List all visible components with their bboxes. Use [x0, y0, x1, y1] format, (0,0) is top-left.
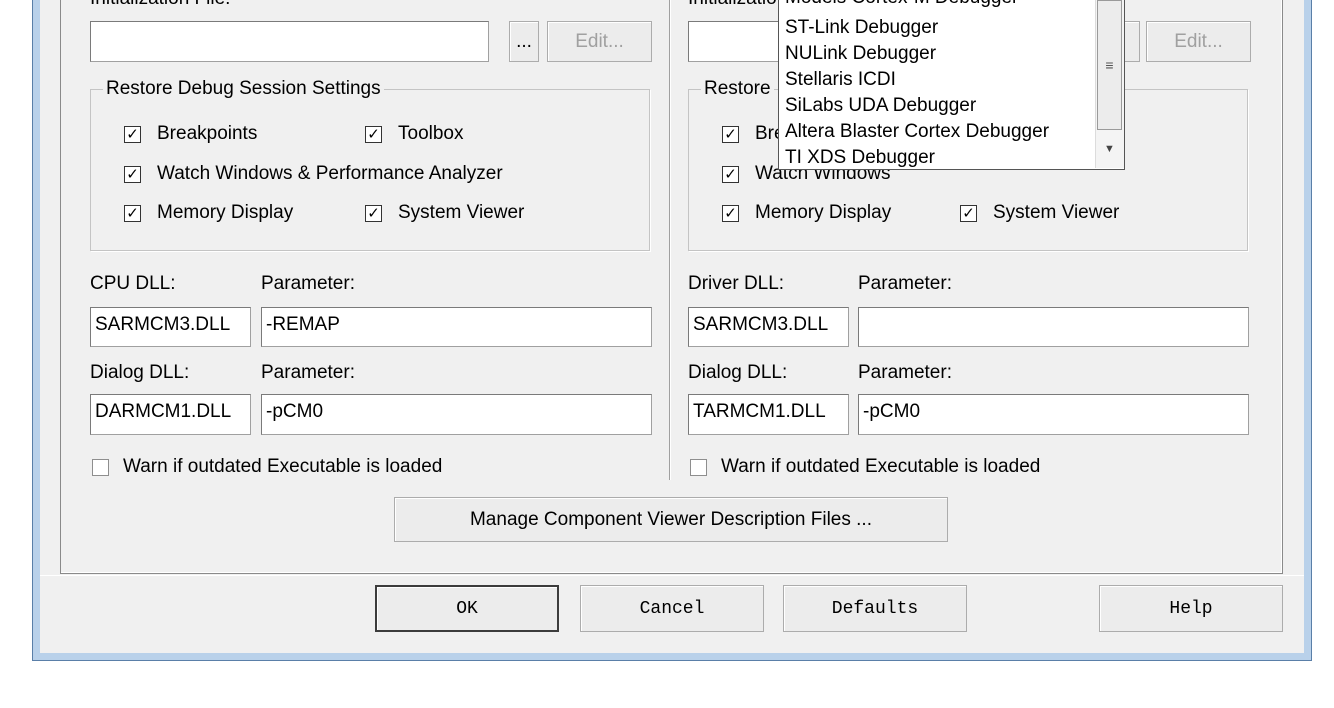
left-breakpoints-checkbox[interactable]: ✓ Breakpoints [124, 123, 257, 145]
left-cpu-dll-input[interactable]: SARMCM3.DLL [90, 307, 251, 347]
right-memory-display-checkbox[interactable]: ✓ Memory Display [722, 202, 891, 224]
dropdown-item[interactable]: Altera Blaster Cortex Debugger [785, 119, 1049, 145]
left-init-file-label: Initialization File: [90, 0, 230, 10]
dropdown-item[interactable]: ST-Link Debugger [785, 15, 938, 41]
checkbox-empty-icon [690, 458, 707, 476]
scroll-down-arrow-icon[interactable]: ▼ [1097, 138, 1122, 160]
manage-component-viewer-button[interactable]: Manage Component Viewer Description File… [394, 497, 948, 542]
left-memory-display-label: Memory Display [157, 202, 294, 223]
left-watch-windows-checkbox[interactable]: ✓ Watch Windows & Performance Analyzer [124, 163, 503, 185]
left-restore-settings-title: Restore Debug Session Settings [103, 78, 384, 100]
right-driver-parameter-input[interactable] [858, 307, 1249, 347]
left-dialog-dll-input[interactable]: DARMCM1.DLL [90, 394, 251, 435]
footer-divider [40, 575, 1304, 576]
dropdown-item[interactable]: SiLabs UDA Debugger [785, 93, 976, 119]
checkbox-empty-icon [92, 458, 109, 476]
checkbox-check-icon: ✓ [722, 125, 739, 143]
defaults-button[interactable]: Defaults [783, 585, 967, 632]
right-system-viewer-checkbox[interactable]: ✓ System Viewer [960, 202, 1119, 224]
left-dialog-parameter-label: Parameter: [261, 362, 355, 383]
right-warn-outdated-label: Warn if outdated Executable is loaded [721, 456, 1041, 477]
help-button[interactable]: Help [1099, 585, 1283, 632]
checkbox-check-icon: ✓ [365, 125, 382, 143]
right-dialog-dll-label: Dialog DLL: [688, 362, 788, 383]
left-toolbox-checkbox[interactable]: ✓ Toolbox [365, 123, 464, 145]
cancel-button[interactable]: Cancel [580, 585, 764, 632]
left-dialog-parameter-input[interactable]: -pCM0 [261, 394, 652, 435]
dropdown-item[interactable]: Stellaris ICDI [785, 67, 896, 93]
checkbox-check-icon: ✓ [722, 204, 739, 222]
left-breakpoints-label: Breakpoints [157, 123, 258, 144]
dropdown-item[interactable]: NULink Debugger [785, 41, 936, 67]
scrollbar-grip-icon[interactable]: ≡ [1097, 0, 1122, 130]
checkbox-check-icon: ✓ [124, 204, 141, 222]
left-watch-windows-label: Watch Windows & Performance Analyzer [157, 163, 503, 184]
checkbox-check-icon: ✓ [722, 165, 739, 183]
right-edit-button: Edit... [1146, 21, 1251, 62]
checkbox-check-icon: ✓ [960, 204, 977, 222]
column-separator [669, 0, 671, 480]
dropdown-item[interactable]: Models Cortex-M Debugger [785, 0, 1018, 11]
left-edit-button: Edit... [547, 21, 652, 62]
left-cpu-parameter-input[interactable]: -REMAP [261, 307, 652, 347]
left-browse-button[interactable]: ... [509, 21, 539, 62]
checkbox-check-icon: ✓ [124, 165, 141, 183]
left-system-viewer-checkbox[interactable]: ✓ System Viewer [365, 202, 524, 224]
left-init-file-input[interactable] [90, 21, 489, 62]
dropdown-item[interactable]: TI XDS Debugger [785, 145, 935, 171]
ok-button[interactable]: OK [375, 585, 559, 632]
checkbox-check-icon: ✓ [365, 204, 382, 222]
left-warn-outdated-checkbox[interactable]: Warn if outdated Executable is loaded [92, 456, 442, 478]
checkbox-check-icon: ✓ [124, 125, 141, 143]
right-breakpoints-checkbox[interactable]: ✓ Bre [722, 123, 785, 145]
left-warn-outdated-label: Warn if outdated Executable is loaded [123, 456, 443, 477]
right-dialog-dll-input[interactable]: TARMCM1.DLL [688, 394, 849, 435]
right-driver-dll-input[interactable]: SARMCM3.DLL [688, 307, 849, 347]
debugger-dropdown-list[interactable]: Models Cortex-M Debugger ST-Link Debugge… [778, 0, 1125, 170]
right-system-viewer-label: System Viewer [993, 202, 1120, 223]
right-memory-display-label: Memory Display [755, 202, 892, 223]
left-cpu-parameter-label: Parameter: [261, 273, 355, 294]
left-memory-display-checkbox[interactable]: ✓ Memory Display [124, 202, 293, 224]
right-dialog-parameter-input[interactable]: -pCM0 [858, 394, 1249, 435]
left-dialog-dll-label: Dialog DLL: [90, 362, 190, 383]
left-system-viewer-label: System Viewer [398, 202, 525, 223]
right-driver-dll-label: Driver DLL: [688, 273, 785, 294]
right-init-file-input[interactable] [688, 21, 783, 62]
right-warn-outdated-checkbox[interactable]: Warn if outdated Executable is loaded [690, 456, 1040, 478]
right-restore-settings-title: Restore [701, 78, 774, 100]
right-dialog-parameter-label: Parameter: [858, 362, 952, 383]
right-init-file-label: Initializatio [688, 0, 777, 10]
left-toolbox-label: Toolbox [398, 123, 464, 144]
right-driver-parameter-label: Parameter: [858, 273, 952, 294]
left-cpu-dll-label: CPU DLL: [90, 273, 176, 294]
